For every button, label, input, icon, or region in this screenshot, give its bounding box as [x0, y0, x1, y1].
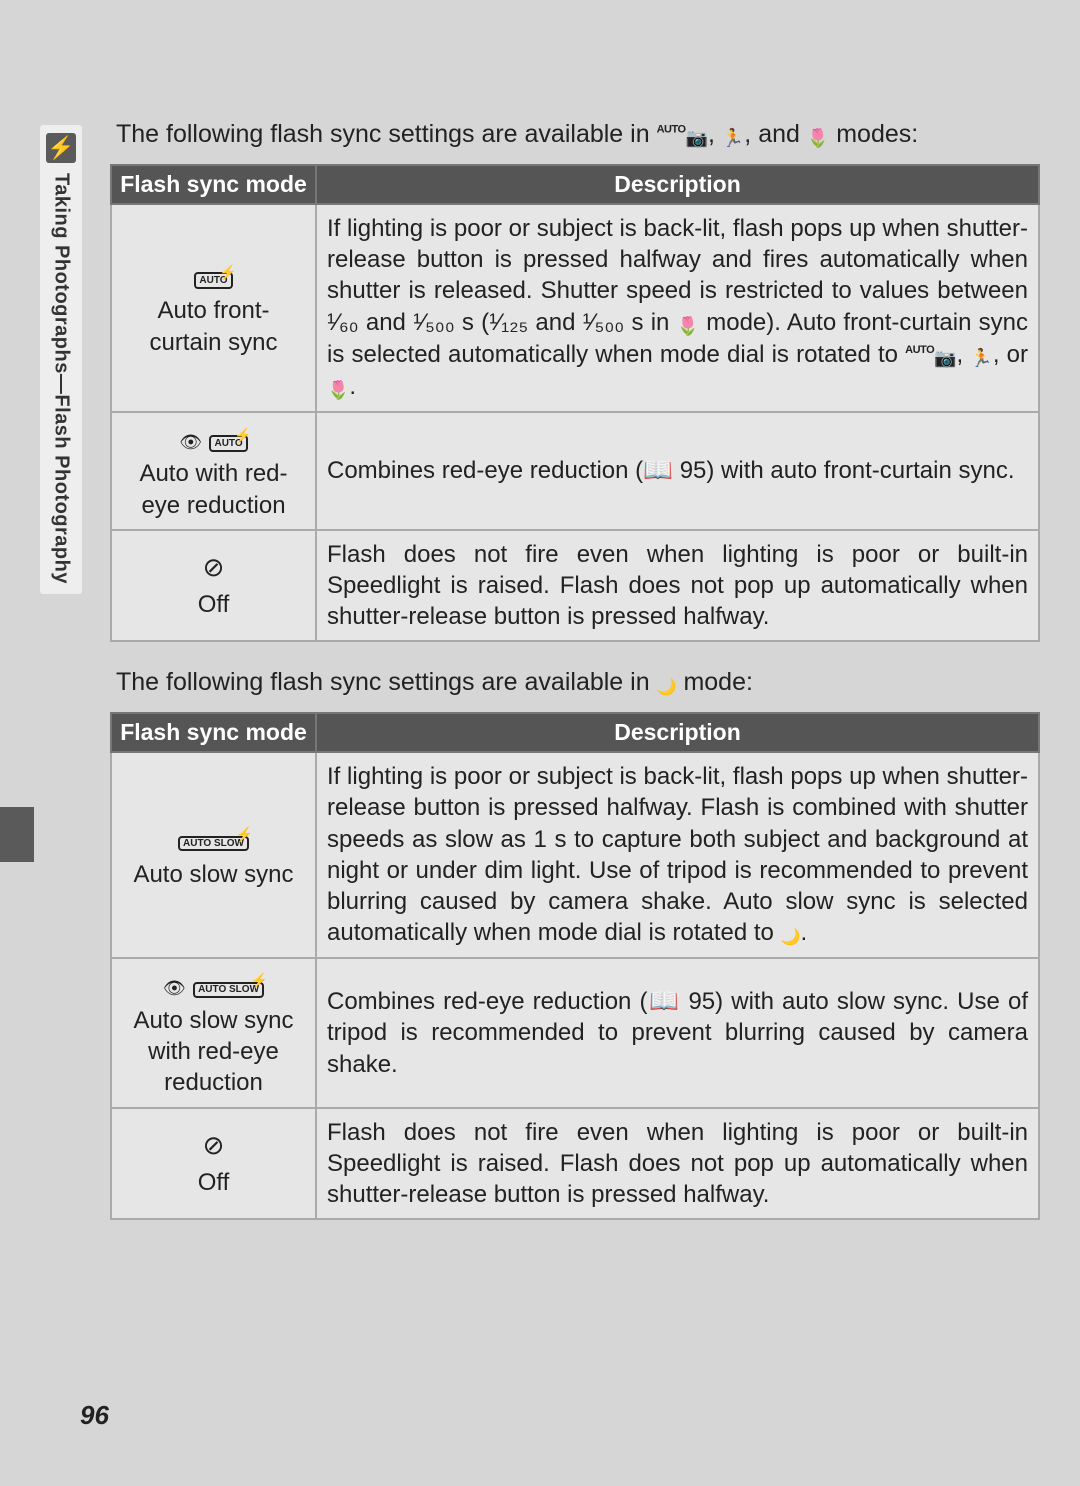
- sidebar-tab: ⚡ Taking Photographs—Flash Photography: [40, 125, 82, 594]
- col-header-mode: Flash sync mode: [111, 713, 316, 752]
- col-header-desc: Description: [316, 713, 1039, 752]
- table-row: AUTO SLOW⚡ Auto slow sync If lighting is…: [111, 752, 1039, 958]
- mode-label: Off: [198, 1169, 230, 1196]
- camera-icon: [686, 127, 708, 150]
- flash-icon: ⚡: [46, 133, 76, 163]
- sports-icon: [970, 345, 992, 371]
- table-row: ⊘ Off Flash does not fire even when ligh…: [111, 1108, 1039, 1220]
- mode-label: Off: [198, 591, 230, 618]
- auto-camera-icon: AUTO: [657, 124, 686, 136]
- mode-description: Combines red-eye reduction (📖 95) with a…: [316, 412, 1039, 530]
- sports-icon: [722, 127, 744, 150]
- mode-description: Flash does not fire even when lighting i…: [316, 1108, 1039, 1220]
- closeup-icon: [677, 313, 699, 339]
- table-row: 👁 AUTO SLOW⚡ Auto slow sync with red-eye…: [111, 958, 1039, 1107]
- col-header-mode: Flash sync mode: [111, 165, 316, 204]
- mode-description: Combines red-eye reduction (📖 95) with a…: [316, 958, 1039, 1107]
- closeup-icon: [327, 377, 349, 403]
- auto-redeye-icon: 👁 AUTO⚡: [122, 421, 305, 455]
- auto-slow-redeye-icon: 👁 AUTO SLOW⚡: [122, 967, 305, 1001]
- mode-description: If lighting is poor or subject is back-l…: [316, 752, 1039, 958]
- table-row: AUTO⚡ Auto front-curtain sync If lightin…: [111, 204, 1039, 412]
- intro-text-1: The following flash sync settings are av…: [116, 120, 1040, 150]
- mode-label: Auto slow sync: [133, 861, 293, 888]
- mode-description: If lighting is poor or subject is back-l…: [316, 204, 1039, 412]
- col-header-desc: Description: [316, 165, 1039, 204]
- flash-off-icon: ⊘: [122, 1129, 305, 1163]
- closeup-icon: [807, 127, 829, 150]
- page-edge-marker: [0, 807, 34, 862]
- intro-text-2: The following flash sync settings are av…: [116, 668, 1040, 698]
- auto-slow-icon: AUTO SLOW⚡: [122, 821, 305, 855]
- table-row: ⊘ Off Flash does not fire even when ligh…: [111, 530, 1039, 642]
- night-portrait-icon: [657, 675, 677, 698]
- mode-label: Auto front-curtain sync: [149, 297, 277, 355]
- mode-label: Auto with red-eye reduction: [139, 460, 287, 518]
- flash-off-icon: ⊘: [122, 551, 305, 585]
- flash-sync-table-1: Flash sync mode Description AUTO⚡ Auto f…: [110, 164, 1040, 642]
- table-row: 👁 AUTO⚡ Auto with red-eye reduction Comb…: [111, 412, 1039, 530]
- camera-icon: [934, 345, 956, 371]
- sidebar-label: Taking Photographs—Flash Photography: [50, 173, 73, 584]
- mode-description: Flash does not fire even when lighting i…: [316, 530, 1039, 642]
- page-number: 96: [80, 1400, 109, 1431]
- flash-sync-table-2: Flash sync mode Description AUTO SLOW⚡ A…: [110, 712, 1040, 1220]
- auto-flash-icon: AUTO⚡: [122, 258, 305, 292]
- night-portrait-icon: [781, 923, 801, 949]
- mode-label: Auto slow sync with red-eye reduction: [133, 1007, 293, 1096]
